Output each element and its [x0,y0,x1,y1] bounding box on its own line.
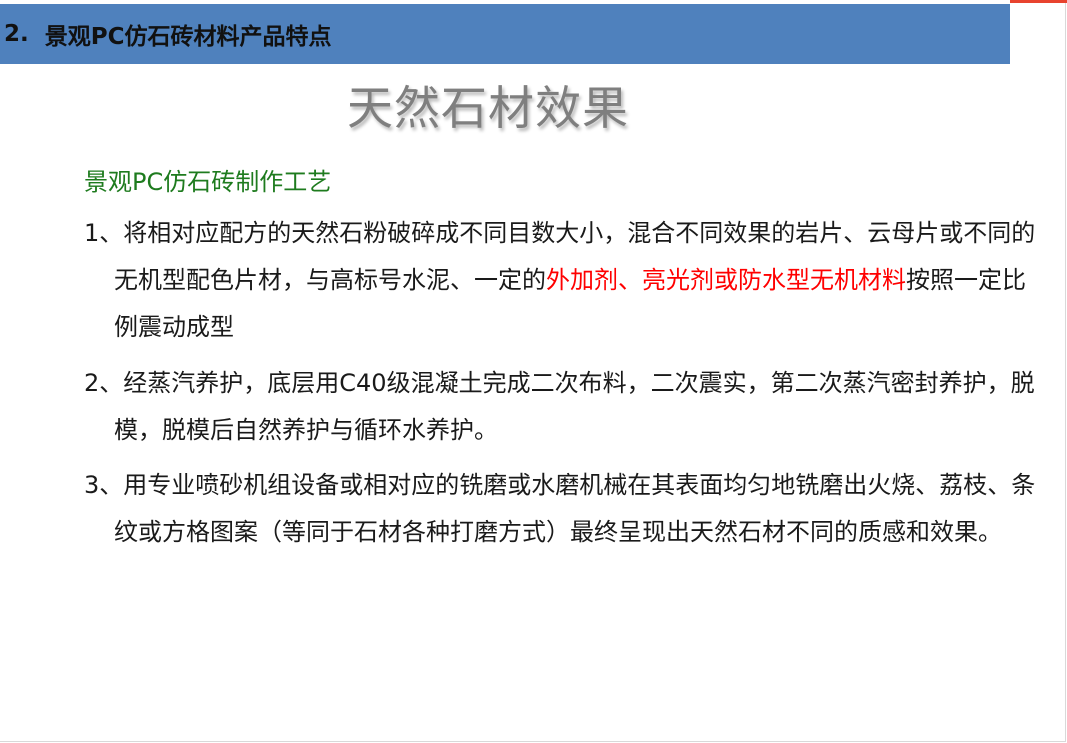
list-item-number: 3、 [84,471,124,499]
section-number: 2. [4,21,29,47]
list-item-2: 2、经蒸汽养护，底层用C40级混凝土完成二次布料，二次震实，第二次蒸汽密封养护，… [84,360,1044,454]
section-title: 景观PC仿石砖材料产品特点 [44,24,332,50]
list-item-1: 1、将相对应配方的天然石粉破碎成不同目数大小，混合不同效果的岩片、云母片或不同的… [84,210,1044,351]
highlight-text: 外加剂、亮光剂或防水型无机材料 [546,266,906,294]
slide-subtitle: 景观PC仿石砖制作工艺 [84,168,332,196]
list-item-text: 用专业喷砂机组设备或相对应的铣磨或水磨机械在其表面均匀地铣磨出火烧、荔枝、条纹或… [114,471,1036,546]
list-item-3: 3、用专业喷砂机组设备或相对应的铣磨或水磨机械在其表面均匀地铣磨出火烧、荔枝、条… [84,462,1044,556]
list-item-text: 经蒸汽养护，底层用C40级混凝土完成二次布料，二次震实，第二次蒸汽密封养护，脱模… [114,369,1035,444]
slide-title: 天然石材效果 [347,81,629,135]
top-accent-line [1010,0,1067,3]
header-bar: 2. 景观PC仿石砖材料产品特点 [0,4,1010,64]
list-item-number: 2、 [84,369,124,397]
list-item-number: 1、 [84,219,124,247]
